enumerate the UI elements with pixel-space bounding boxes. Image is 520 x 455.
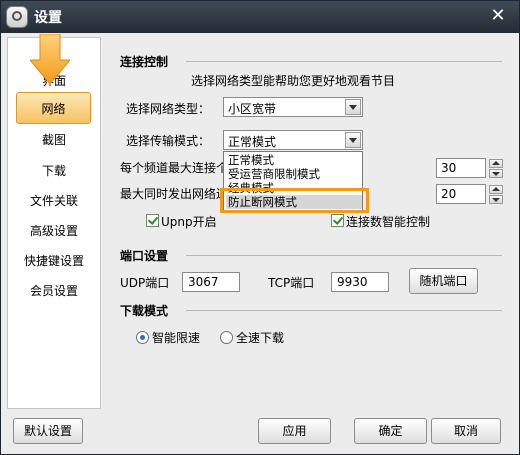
chevron-down-icon[interactable] xyxy=(345,99,361,115)
upnp-label: Upnp开启 xyxy=(161,215,217,229)
pointer-arrow-icon xyxy=(30,34,70,85)
sidebar-item-file-association[interactable]: 文件关联 xyxy=(8,192,100,209)
transfer-mode-label: 选择传输模式： xyxy=(126,134,211,148)
udp-port-input[interactable]: 3067 xyxy=(182,272,240,292)
sidebar-item-network[interactable]: 网络 xyxy=(16,92,91,124)
close-icon[interactable]: ✕ xyxy=(485,3,511,29)
network-hint: 选择网络类型能帮助您更好地观看节目 xyxy=(191,74,396,88)
max-send-value: 20 xyxy=(441,187,457,201)
chevron-down-icon[interactable] xyxy=(345,132,361,148)
tcp-port-label: TCP端口 xyxy=(268,276,315,290)
stepper-up-icon[interactable] xyxy=(489,185,503,194)
ok-button[interactable]: 确定 xyxy=(354,418,427,444)
tcp-port-value: 9930 xyxy=(337,275,368,289)
max-connections-value: 30 xyxy=(441,161,457,175)
smart-connection-checkbox[interactable] xyxy=(331,214,344,227)
tcp-port-input[interactable]: 9930 xyxy=(331,272,389,292)
sidebar-item-advanced[interactable]: 高级设置 xyxy=(8,222,100,239)
title-bar[interactable]: 设置 ✕ xyxy=(1,1,519,33)
dropdown-option[interactable]: 受运营商限制模式 xyxy=(226,167,362,181)
max-connections-label: 每个频道最大连接个 xyxy=(120,161,229,175)
random-port-button[interactable]: 随机端口 xyxy=(409,268,478,294)
max-send-stepper[interactable]: 20 xyxy=(436,184,503,204)
stepper-up-icon[interactable] xyxy=(489,159,503,168)
network-type-value: 小区宽带 xyxy=(228,102,277,116)
section-divider xyxy=(186,61,502,62)
sidebar-item-download[interactable]: 下载 xyxy=(8,162,100,179)
apply-button[interactable]: 应用 xyxy=(258,418,331,444)
connection-section-title: 连接控制 xyxy=(120,55,169,69)
settings-window: 设置 ✕ 界面 网络 截图 下载 文件关联 高级设置 快捷键设置 会员设置 连接… xyxy=(0,0,520,455)
app-icon xyxy=(6,6,28,28)
udp-port-label: UDP端口 xyxy=(120,276,170,290)
smart-speed-radio[interactable] xyxy=(136,331,149,344)
port-section-title: 端口设置 xyxy=(120,249,169,263)
stepper-down-icon[interactable] xyxy=(489,169,503,178)
smart-connection-label: 连接数智能控制 xyxy=(346,215,431,229)
udp-port-value: 3067 xyxy=(188,275,219,289)
cancel-button[interactable]: 取消 xyxy=(431,418,501,444)
window-title: 设置 xyxy=(34,10,62,26)
network-type-select[interactable]: 小区宽带 xyxy=(223,97,363,117)
sidebar-item-membership[interactable]: 会员设置 xyxy=(8,282,100,299)
max-connections-stepper[interactable]: 30 xyxy=(436,158,503,178)
max-send-label: 最大同时发出网络连 xyxy=(120,187,229,201)
network-type-label: 选择网络类型： xyxy=(126,102,211,116)
default-settings-button[interactable]: 默认设置 xyxy=(13,418,83,444)
stepper-down-icon[interactable] xyxy=(489,195,503,204)
smart-speed-label: 智能限速 xyxy=(152,331,201,345)
dialog-footer: 默认设置 应用 确定 取消 xyxy=(7,413,512,451)
section-divider xyxy=(186,310,502,311)
section-divider xyxy=(186,255,502,256)
transfer-mode-select[interactable]: 正常模式 xyxy=(223,130,363,150)
full-speed-label: 全速下载 xyxy=(236,331,285,345)
network-settings-panel: 连接控制 选择网络类型能帮助您更好地观看节目 选择网络类型： 小区宽带 选择传输… xyxy=(102,37,512,409)
full-speed-radio[interactable] xyxy=(220,331,233,344)
dropdown-option[interactable]: 正常模式 xyxy=(226,153,362,167)
sidebar-item-hotkeys[interactable]: 快捷键设置 xyxy=(8,252,100,269)
highlight-annotation-box xyxy=(220,188,369,213)
transfer-mode-value: 正常模式 xyxy=(228,135,277,149)
upnp-checkbox[interactable] xyxy=(146,214,159,227)
settings-sidebar: 界面 网络 截图 下载 文件关联 高级设置 快捷键设置 会员设置 xyxy=(7,34,101,409)
download-section-title: 下载模式 xyxy=(120,304,169,318)
sidebar-item-screenshot[interactable]: 截图 xyxy=(8,131,100,148)
